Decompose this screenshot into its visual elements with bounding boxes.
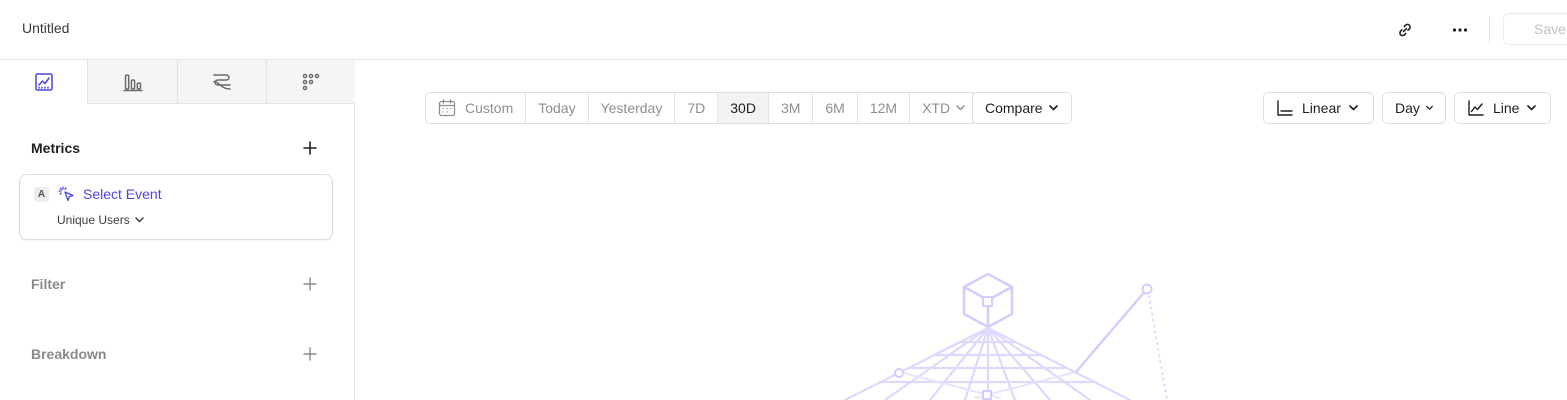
metric-letter-badge: A [34, 187, 49, 202]
date-range-30d[interactable]: 30D [717, 93, 768, 123]
more-horizontal-icon [1452, 28, 1468, 32]
breakdown-title: Breakdown [31, 346, 107, 362]
funnel-bars-icon [122, 73, 143, 91]
more-options-button[interactable] [1444, 14, 1476, 46]
chevron-down-icon [1426, 105, 1433, 110]
query-sidebar: Metrics A Select Event Unique Users Filt… [0, 60, 355, 400]
aggregation-dropdown[interactable]: Unique Users [57, 213, 144, 227]
report-title[interactable]: Untitled [22, 20, 69, 36]
empty-state-illustration [843, 272, 1168, 400]
date-range-12m[interactable]: 12M [856, 93, 909, 123]
date-range-selector: Custom Today Yesterday 7D 30D 3M 6M 12M … [425, 92, 979, 124]
date-range-label: XTD [922, 100, 951, 116]
date-range-yesterday[interactable]: Yesterday [587, 93, 675, 123]
line-chart-icon [1468, 100, 1484, 116]
chevron-down-icon [956, 105, 965, 111]
top-header: Untitled Save [0, 0, 1567, 60]
chart-type-label: Line [1493, 100, 1520, 116]
header-divider [1489, 16, 1490, 43]
tab-funnels[interactable] [87, 60, 177, 104]
cursor-click-icon [58, 186, 74, 202]
select-event-button[interactable]: Select Event [83, 186, 162, 202]
scale-label: Linear [1302, 100, 1341, 116]
chevron-down-icon [1349, 105, 1358, 111]
calendar-icon [438, 99, 456, 117]
chart-type-dropdown[interactable]: Line [1454, 92, 1551, 124]
report-type-tabs [0, 60, 355, 104]
interval-dropdown[interactable]: Day [1382, 92, 1446, 124]
add-metric-button[interactable] [300, 138, 320, 158]
interval-label: Day [1395, 100, 1420, 116]
tab-retention[interactable] [266, 60, 355, 104]
metrics-title: Metrics [31, 140, 81, 156]
tab-flows[interactable] [177, 60, 266, 104]
compare-label: Compare [985, 100, 1043, 116]
chevron-down-icon [1527, 105, 1537, 111]
tab-insights[interactable] [0, 60, 87, 104]
date-range-custom[interactable]: Custom [426, 93, 525, 123]
date-range-label: Custom [465, 100, 514, 116]
copy-link-button[interactable] [1389, 14, 1421, 46]
add-filter-button[interactable] [300, 274, 320, 294]
filter-title: Filter [31, 276, 66, 292]
compare-dropdown[interactable]: Compare [972, 92, 1072, 124]
link-icon [1399, 23, 1411, 37]
date-range-today[interactable]: Today [525, 93, 587, 123]
axis-scale-icon [1277, 100, 1293, 116]
save-button[interactable]: Save [1503, 13, 1567, 45]
metric-card-a: A Select Event Unique Users [19, 174, 333, 240]
plus-icon [303, 277, 317, 291]
add-breakdown-button[interactable] [300, 344, 320, 364]
date-range-6m[interactable]: 6M [812, 93, 856, 123]
retention-grid-icon [302, 73, 320, 90]
date-range-3m[interactable]: 3M [767, 93, 812, 123]
insights-line-chart-icon [34, 73, 53, 91]
plus-icon [303, 347, 317, 361]
scale-dropdown[interactable]: Linear [1263, 92, 1374, 124]
chevron-down-icon [134, 217, 144, 223]
plus-icon [303, 141, 317, 155]
aggregation-label: Unique Users [57, 213, 130, 227]
date-range-7d[interactable]: 7D [674, 93, 717, 123]
date-range-xtd[interactable]: XTD [909, 93, 977, 123]
chevron-down-icon [1048, 105, 1058, 111]
flows-icon [213, 73, 231, 90]
